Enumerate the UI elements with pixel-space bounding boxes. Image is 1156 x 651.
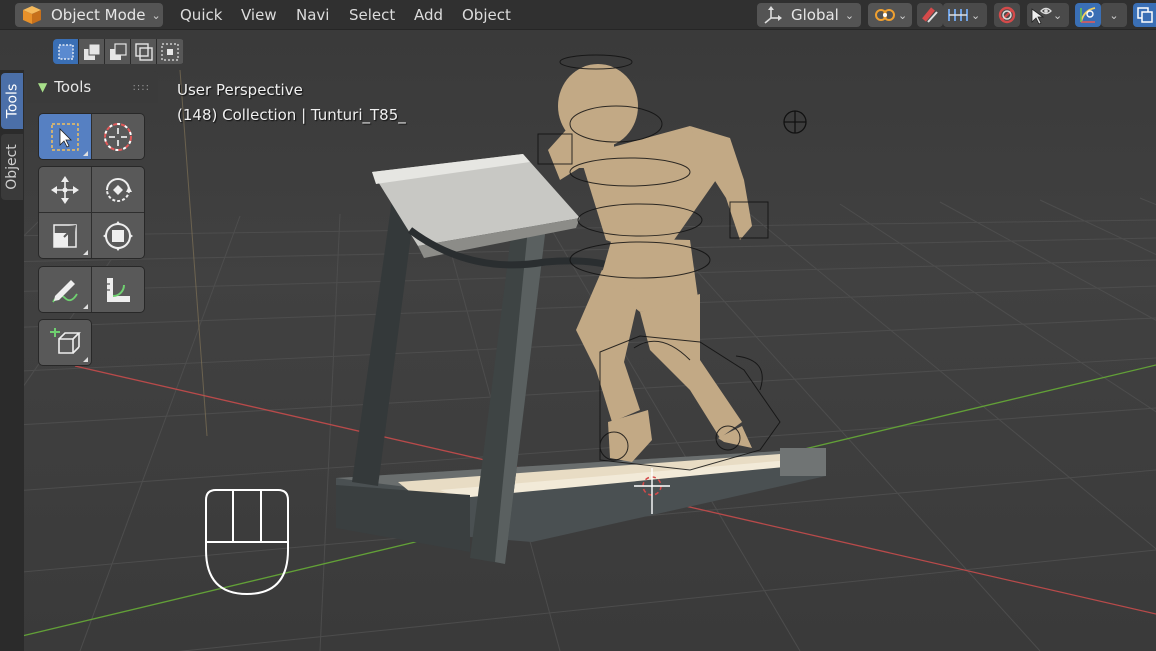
menu-quick[interactable]: Quick xyxy=(180,6,222,24)
tool-options-indicator xyxy=(83,357,88,362)
proportional-editing-icon xyxy=(998,6,1016,24)
visibility-dropdown[interactable]: ⌄ xyxy=(1027,3,1069,27)
select-difference-icon xyxy=(134,42,153,61)
move-tool[interactable] xyxy=(39,167,91,212)
chevron-down-icon: ⌄ xyxy=(898,8,908,22)
chevron-down-icon: ⌄ xyxy=(971,8,981,22)
tab-tools[interactable]: Tools xyxy=(1,73,23,129)
menu-select[interactable]: Select xyxy=(349,6,395,24)
tab-object[interactable]: Object xyxy=(1,134,23,200)
tool-options-indicator xyxy=(83,304,88,309)
menu-view[interactable]: View xyxy=(241,6,277,24)
transform-icon xyxy=(103,220,133,251)
annotate-tool[interactable] xyxy=(39,267,91,312)
add-cube-tool[interactable] xyxy=(39,320,91,365)
select-box-tool[interactable] xyxy=(39,114,91,159)
chevron-down-icon: ⌄ xyxy=(1053,8,1063,22)
tool-group-select xyxy=(38,113,145,160)
scale-icon xyxy=(53,223,77,248)
chevron-down-icon: ⌄ xyxy=(151,8,161,22)
tool-group-annotate xyxy=(38,266,145,313)
chevron-down-icon: ⌄ xyxy=(844,8,855,22)
cube-icon xyxy=(23,6,41,24)
overlay-toggle[interactable] xyxy=(1133,3,1156,27)
transform-orientation-icon xyxy=(764,6,782,24)
select-extend-icon xyxy=(83,43,100,60)
floor-grid xyxy=(0,197,1156,651)
select-mode-group xyxy=(53,39,184,64)
mouse-icon xyxy=(205,489,289,596)
select-box-icon xyxy=(51,122,79,151)
pivot-point-icon xyxy=(875,9,895,21)
select-subtract-icon xyxy=(109,42,127,60)
3d-viewport[interactable]: Tools Object ▼ Tools :::: User Perspecti… xyxy=(0,30,1156,651)
sidebar-tabs: Tools Object xyxy=(0,70,24,651)
select-new-button[interactable] xyxy=(53,39,79,64)
select-intersect-button[interactable] xyxy=(157,39,183,64)
chevron-down-icon: ⌄ xyxy=(1109,8,1119,22)
rotate-icon xyxy=(106,177,132,202)
rotate-tool[interactable] xyxy=(92,167,144,212)
mode-dropdown[interactable]: Object Mode ⌄ xyxy=(15,3,163,27)
z-axis-line xyxy=(179,69,208,437)
magnet-snap-icon xyxy=(922,7,938,23)
select-intersect-icon xyxy=(161,42,179,61)
move-icon xyxy=(51,175,79,204)
tool-group-transform xyxy=(38,166,145,259)
gizmo-icon xyxy=(1080,7,1096,23)
scale-tool[interactable] xyxy=(39,213,91,258)
proportional-editing-toggle[interactable] xyxy=(994,3,1020,27)
transform-tool[interactable] xyxy=(92,213,144,258)
perspective-label: User Perspective xyxy=(177,81,303,99)
light-gizmo xyxy=(783,110,807,134)
mode-label: Object Mode xyxy=(51,6,146,24)
select-extend-button[interactable] xyxy=(79,39,105,64)
menu-add[interactable]: Add xyxy=(414,6,443,24)
tools-panel-title: Tools xyxy=(54,78,92,96)
cursor-tool[interactable] xyxy=(92,114,144,159)
snap-toggle[interactable] xyxy=(917,3,943,27)
viewport-header: Object Mode ⌄ Quick View Navi Select Add… xyxy=(0,0,1156,30)
tool-options-indicator xyxy=(83,250,88,255)
select-difference-button[interactable] xyxy=(131,39,157,64)
collapse-arrow-icon: ▼ xyxy=(38,80,48,94)
measure-icon xyxy=(107,277,130,302)
pivot-dropdown[interactable]: ⌄ xyxy=(868,3,912,27)
snap-dropdown[interactable]: ⌄ xyxy=(943,3,987,27)
orientation-label: Global xyxy=(791,6,839,24)
collection-label: (148) Collection | Tunturi_T85_ xyxy=(177,106,406,124)
drag-handle-icon[interactable]: :::: xyxy=(133,82,150,93)
tool-options-indicator xyxy=(83,151,88,156)
tool-group-add xyxy=(38,319,92,366)
cursor-icon xyxy=(104,122,132,151)
overlay-icon xyxy=(1136,7,1153,23)
add-cube-icon xyxy=(50,327,81,354)
select-new-icon xyxy=(57,43,74,60)
menu-navi[interactable]: Navi xyxy=(296,6,329,24)
scene-render xyxy=(0,54,1156,651)
eye-cursor-icon xyxy=(1031,7,1052,25)
tools-panel-header[interactable]: ▼ Tools :::: xyxy=(27,71,158,103)
snap-increment-icon xyxy=(948,9,968,21)
gizmo-toggle[interactable] xyxy=(1075,3,1101,27)
gizmo-dropdown[interactable]: ⌄ xyxy=(1101,3,1127,27)
menu-object[interactable]: Object xyxy=(462,6,511,24)
annotate-icon xyxy=(52,279,78,302)
orientation-dropdown[interactable]: Global ⌄ xyxy=(757,3,861,27)
select-subtract-button[interactable] xyxy=(105,39,131,64)
measure-tool[interactable] xyxy=(92,267,144,312)
